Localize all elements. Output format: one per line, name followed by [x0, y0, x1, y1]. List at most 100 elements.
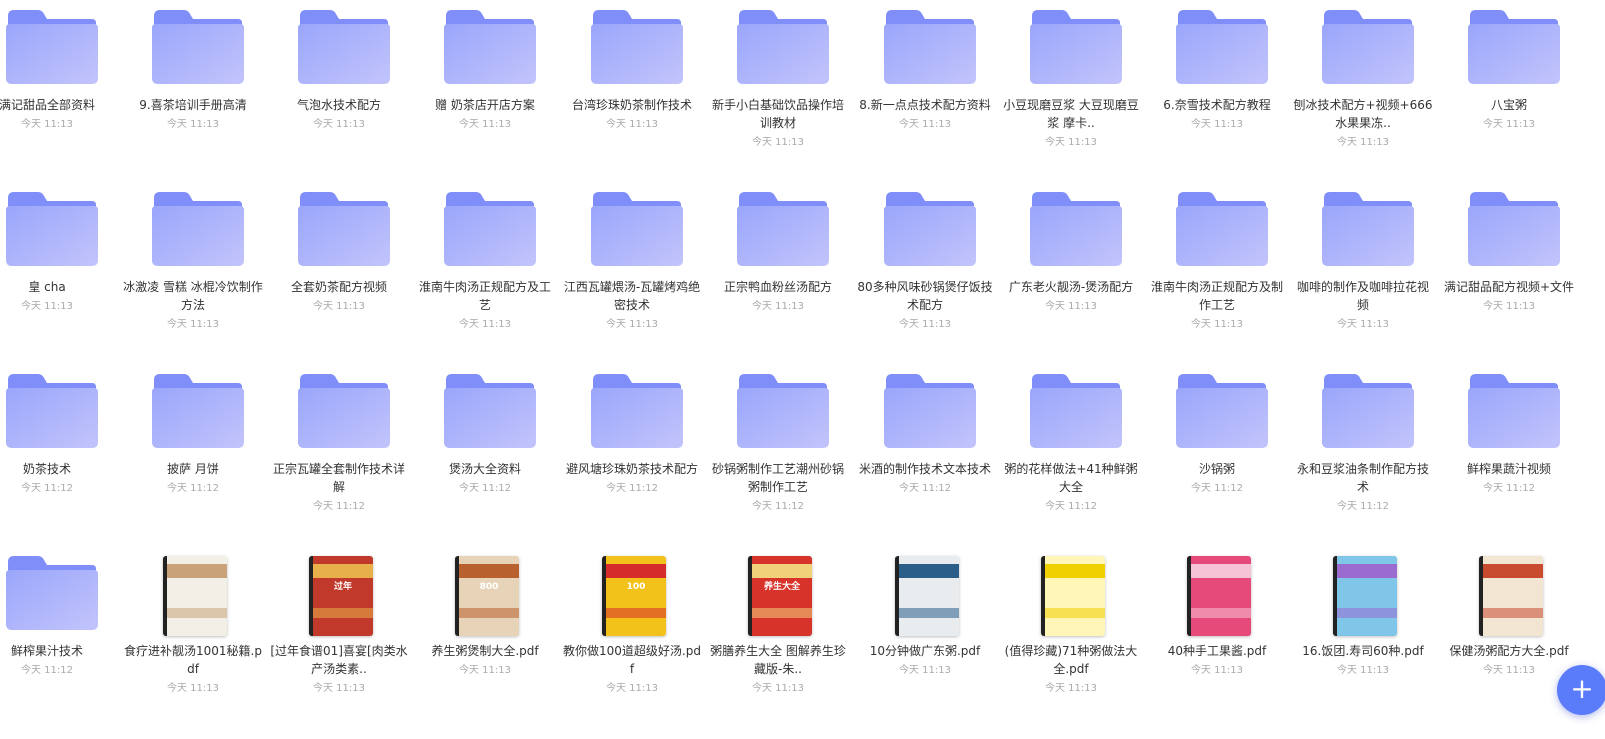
item-time: 今天 11:13 [1483, 119, 1535, 130]
item-name: 冰激凌 雪糕 冰棍冷饮制作方法 [123, 280, 263, 312]
folder-icon [269, 182, 409, 266]
folder-icon [855, 182, 995, 266]
folder-icon [1001, 364, 1141, 448]
item-time: 今天 11:13 [459, 119, 511, 130]
item-time: 今天 11:12 [21, 665, 73, 676]
item-name: 粥的花样做法+41种鲜粥大全 [1004, 462, 1138, 494]
plus-icon: + [1570, 672, 1594, 705]
item-name: 食疗进补靓汤1001秘籍.pdf [124, 644, 262, 676]
item-time: 今天 11:13 [606, 319, 658, 330]
pdf-cover-thumbnail: 过年 [269, 546, 409, 636]
item-name: (值得珍藏)71种粥做法大全.pdf [1004, 644, 1138, 676]
cover-caption: 过年 [333, 582, 352, 592]
item-name: 气泡水技术配方 [296, 98, 381, 112]
item-name: 16.饭团.寿司60种.pdf [1302, 644, 1424, 658]
item-name: 广东老火靓汤-煲汤配方 [1008, 280, 1134, 294]
pdf-cover-thumbnail [1147, 546, 1287, 636]
folder-icon [269, 0, 409, 84]
item-time: 今天 11:12 [1483, 483, 1535, 494]
pdf-cover-thumbnail [1439, 546, 1579, 636]
item-time: 今天 11:13 [899, 119, 951, 130]
item-name: 正宗瓦罐全套制作技术详解 [272, 462, 405, 494]
folder-icon [123, 0, 263, 84]
item-time: 今天 11:13 [1337, 137, 1389, 148]
item-time: 今天 11:12 [167, 483, 219, 494]
folder-icon [0, 364, 117, 448]
item-name: 40种手工果酱.pdf [1167, 644, 1267, 658]
item-name: 米酒的制作技术文本技术 [858, 462, 991, 476]
folder-icon [708, 182, 848, 266]
folder-icon [1439, 182, 1579, 266]
item-time: 今天 11:12 [1191, 483, 1243, 494]
add-button[interactable]: + [1557, 665, 1605, 715]
item-name: 咖啡的制作及咖啡拉花视频 [1296, 280, 1429, 312]
folder-icon [415, 182, 555, 266]
pdf-cover-thumbnail: 100 [562, 546, 702, 636]
folder-icon [708, 364, 848, 448]
folder-icon [123, 182, 263, 266]
pdf-cover-thumbnail: 养生大全 [708, 546, 848, 636]
pdf-cover-thumbnail [855, 546, 995, 636]
item-time: 今天 11:12 [459, 483, 511, 494]
item-name: 8.新一点点技术配方资料 [859, 98, 991, 112]
item-time: 今天 11:13 [899, 665, 951, 676]
item-time: 今天 11:13 [459, 319, 511, 330]
file-grid: 满记甜品全部资料 今天 11:13 9.喜茶培训手册高清 今天 11:13 气泡水技术配… [0, 0, 1605, 739]
item-name: 10分钟做广东粥.pdf [869, 644, 981, 658]
item-name: 9.喜茶培训手册高清 [139, 98, 247, 112]
item-time: 今天 11:12 [21, 483, 73, 494]
item-time: 今天 11:13 [313, 301, 365, 312]
pdf-cover-thumbnail [1001, 546, 1141, 636]
item-name: 淮南牛肉汤正规配方及工艺 [418, 280, 551, 312]
cover-caption: 养生大全 [763, 582, 800, 592]
item-time: 今天 11:13 [1337, 665, 1389, 676]
folder-icon [415, 0, 555, 84]
item-time: 今天 11:13 [1337, 319, 1389, 330]
folder-icon [0, 0, 117, 84]
folder-icon [1293, 182, 1433, 266]
item-time: 今天 11:13 [1191, 319, 1243, 330]
item-time: 今天 11:13 [899, 319, 951, 330]
folder-icon [562, 182, 702, 266]
item-name: 八宝粥 [1490, 98, 1527, 112]
folder-icon [1293, 364, 1433, 448]
item-name: 80多种风味砂锅煲仔饭技术配方 [857, 280, 993, 312]
item-name: 保健汤粥配方大全.pdf [1449, 644, 1569, 658]
folder-icon [1001, 182, 1141, 266]
item-time: 今天 11:12 [1337, 501, 1389, 512]
item-time: 今天 11:13 [606, 119, 658, 130]
item-time: 今天 11:12 [899, 483, 951, 494]
item-time: 今天 11:13 [21, 301, 73, 312]
folder-icon [415, 364, 555, 448]
item-time: 今天 11:13 [1483, 301, 1535, 312]
pdf-cover-thumbnail [1293, 546, 1433, 636]
folder-icon [1147, 182, 1287, 266]
item-time: 今天 11:13 [21, 119, 73, 130]
item-name: 小豆现磨豆浆 大豆现磨豆浆 摩卡.. [1003, 98, 1139, 130]
item-time: 今天 11:12 [313, 501, 365, 512]
folder-icon [1439, 0, 1579, 84]
item-time: 今天 11:13 [167, 119, 219, 130]
folder-icon [1147, 0, 1287, 84]
pdf-cover-thumbnail [123, 546, 263, 636]
item-time: 今天 11:13 [167, 319, 219, 330]
folder-icon [562, 0, 702, 84]
folder-icon [0, 546, 117, 630]
item-name: 永和豆浆油条制作配方技术 [1296, 462, 1429, 494]
item-time: 今天 11:12 [1045, 501, 1097, 512]
item-name: 避风塘珍珠奶茶技术配方 [565, 462, 698, 476]
item-name: 6.奈雪技术配方教程 [1163, 98, 1271, 112]
item-name: 鲜榨果汁技术 [10, 644, 83, 658]
folder-icon [1439, 364, 1579, 448]
item-time: 今天 11:13 [1045, 301, 1097, 312]
item-name: 养生粥煲制大全.pdf [431, 644, 539, 658]
item-name: 奶茶技术 [22, 462, 71, 476]
item-time: 今天 11:13 [1191, 119, 1243, 130]
item-name: 满记甜品配方视频+文件 [1443, 280, 1575, 294]
item-time: 今天 11:13 [606, 683, 658, 694]
folder-icon [562, 364, 702, 448]
item-name: 江西瓦罐煨汤-瓦罐烤鸡绝密技术 [563, 280, 701, 312]
item-time: 今天 11:13 [752, 301, 804, 312]
item-time: 今天 11:13 [459, 665, 511, 676]
folder-icon [1147, 364, 1287, 448]
